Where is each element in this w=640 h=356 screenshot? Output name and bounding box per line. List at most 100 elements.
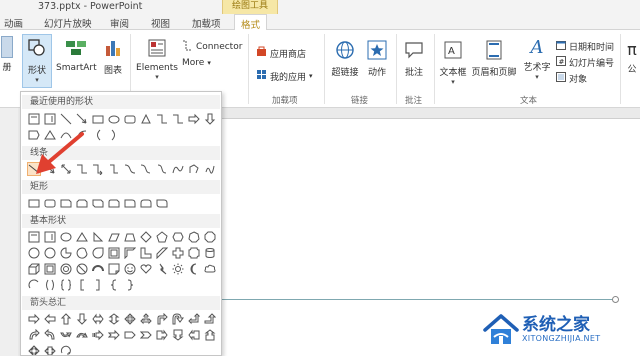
curved-double-arrow-icon[interactable]	[155, 162, 169, 176]
tab-review[interactable]: 审阅	[110, 16, 129, 30]
right-bracket-shape-icon[interactable]	[107, 128, 121, 142]
down-block-arrow-icon[interactable]	[75, 312, 89, 326]
curved-down-arrow-icon[interactable]	[75, 328, 89, 342]
isosceles-triangle-icon[interactable]	[75, 230, 89, 244]
l-shape-icon[interactable]	[139, 246, 153, 260]
notched-right-arrow-icon[interactable]	[107, 328, 121, 342]
arc-shape-icon[interactable]	[75, 128, 89, 142]
snip-corner-rect-icon[interactable]	[59, 196, 73, 210]
elbow-connector-icon[interactable]	[75, 162, 89, 176]
oval-shape-icon[interactable]	[107, 112, 121, 126]
arrow-line-shape-icon[interactable]	[75, 112, 89, 126]
new-slide-button[interactable]: 册	[0, 36, 14, 73]
elbow-arrow-connector-icon[interactable]	[91, 162, 105, 176]
circular-arrow-icon[interactable]	[59, 344, 73, 355]
octagon-icon[interactable]	[203, 230, 217, 244]
tab-format[interactable]: 格式	[234, 14, 268, 31]
pentagon-icon[interactable]	[155, 230, 169, 244]
right-arrow-shape-icon[interactable]	[187, 112, 201, 126]
left-up-arrow-icon[interactable]	[187, 312, 201, 326]
elbow-connector-shape-icon[interactable]	[155, 112, 169, 126]
left-brace-icon[interactable]	[107, 278, 121, 292]
can-icon[interactable]	[203, 246, 217, 260]
elements-button[interactable]: Elements ▾	[135, 38, 179, 81]
snip-same-side-rect-icon[interactable]	[75, 196, 89, 210]
cube-icon[interactable]	[27, 262, 41, 276]
flowchart-shape-icon[interactable]	[27, 128, 41, 142]
dodecagon-icon[interactable]	[43, 246, 57, 260]
rounded-rect-shape-icon[interactable]	[123, 112, 137, 126]
elbow-arrow-shape-icon[interactable]	[171, 112, 185, 126]
text-box-icon[interactable]	[27, 230, 41, 244]
cloud-icon[interactable]	[203, 262, 217, 276]
decagon-icon[interactable]	[27, 246, 41, 260]
u-turn-arrow-icon[interactable]	[171, 312, 185, 326]
tab-view[interactable]: 视图	[151, 16, 170, 30]
quad-arrow-icon[interactable]	[123, 312, 137, 326]
triangle-shape-icon[interactable]	[139, 112, 153, 126]
diamond-icon[interactable]	[139, 230, 153, 244]
textbox-shape-icon[interactable]	[27, 112, 41, 126]
freeform-tool-icon[interactable]	[187, 162, 201, 176]
frame-icon[interactable]	[107, 246, 121, 260]
more-button[interactable]: More ▾	[182, 58, 211, 68]
right-bracket-icon[interactable]	[91, 278, 105, 292]
rectangle-shape-icon[interactable]	[91, 112, 105, 126]
textbox-button[interactable]: A 文本框 ▾	[438, 40, 468, 86]
chevron-arrow-icon[interactable]	[139, 328, 153, 342]
connector-button[interactable]: Connector	[182, 40, 242, 54]
equation-button[interactable]: π 公	[624, 40, 640, 75]
double-arrow-line-icon[interactable]	[59, 162, 73, 176]
right-brace-icon[interactable]	[123, 278, 137, 292]
line-end-handle[interactable]	[612, 296, 619, 303]
round-same-side-rect-icon[interactable]	[139, 196, 153, 210]
object-button[interactable]: 对象	[556, 72, 587, 85]
bevel-icon[interactable]	[43, 262, 57, 276]
vertical-textbox-shape-icon[interactable]	[43, 112, 57, 126]
trapezoid-icon[interactable]	[123, 230, 137, 244]
scribble-tool-icon[interactable]	[203, 162, 217, 176]
curved-up-arrow-icon[interactable]	[59, 328, 73, 342]
heart-icon[interactable]	[139, 262, 153, 276]
chart-button[interactable]: 图表	[100, 38, 126, 76]
ellipse-icon[interactable]	[59, 230, 73, 244]
curved-left-arrow-icon[interactable]	[43, 328, 57, 342]
down-arrow-shape-icon[interactable]	[203, 112, 217, 126]
tab-addins[interactable]: 加载项	[192, 16, 221, 30]
action-button[interactable]: 动作	[364, 40, 390, 78]
diagonal-stripe-icon[interactable]	[155, 246, 169, 260]
line-shape-icon[interactable]	[59, 112, 73, 126]
snip-diagonal-rect-icon[interactable]	[91, 196, 105, 210]
right-arrow-callout-icon[interactable]	[155, 328, 169, 342]
tab-animations[interactable]: 动画	[4, 16, 23, 30]
sun-icon[interactable]	[171, 262, 185, 276]
double-brace-icon[interactable]	[59, 278, 73, 292]
smartart-button[interactable]: SmartArt	[56, 38, 97, 73]
quad-arrow-callout-icon[interactable]	[27, 344, 41, 355]
shapes-button-content[interactable]: 形状 ▾	[23, 38, 51, 84]
snip-round-rect-icon[interactable]	[107, 196, 121, 210]
round-single-corner-rect-icon[interactable]	[123, 196, 137, 210]
up-block-arrow-icon[interactable]	[59, 312, 73, 326]
half-frame-icon[interactable]	[123, 246, 137, 260]
folded-corner-icon[interactable]	[107, 262, 121, 276]
vertical-text-box-icon[interactable]	[43, 230, 57, 244]
curved-arrow-connector-icon[interactable]	[139, 162, 153, 176]
tab-slideshow[interactable]: 幻灯片放映	[44, 16, 92, 30]
header-footer-button[interactable]: 页眉和页脚	[469, 40, 519, 78]
moon-icon[interactable]	[187, 262, 201, 276]
bent-up-arrow-icon[interactable]	[203, 312, 217, 326]
left-right-up-arrow-icon[interactable]	[139, 312, 153, 326]
parallelogram-icon[interactable]	[107, 230, 121, 244]
arrow-line-tool-icon[interactable]	[43, 162, 57, 176]
left-right-arrow-callout-icon[interactable]	[43, 344, 57, 355]
slide-number-button[interactable]: # 幻灯片编号	[556, 56, 614, 69]
up-down-arrow-icon[interactable]	[107, 312, 121, 326]
rounded-rect-icon[interactable]	[43, 196, 57, 210]
block-arc-icon[interactable]	[91, 262, 105, 276]
curved-right-arrow-icon[interactable]	[27, 328, 41, 342]
up-arrow-callout-icon[interactable]	[203, 328, 217, 342]
heptagon-icon[interactable]	[187, 230, 201, 244]
left-bracket-icon[interactable]	[75, 278, 89, 292]
bent-arrow-icon[interactable]	[155, 312, 169, 326]
